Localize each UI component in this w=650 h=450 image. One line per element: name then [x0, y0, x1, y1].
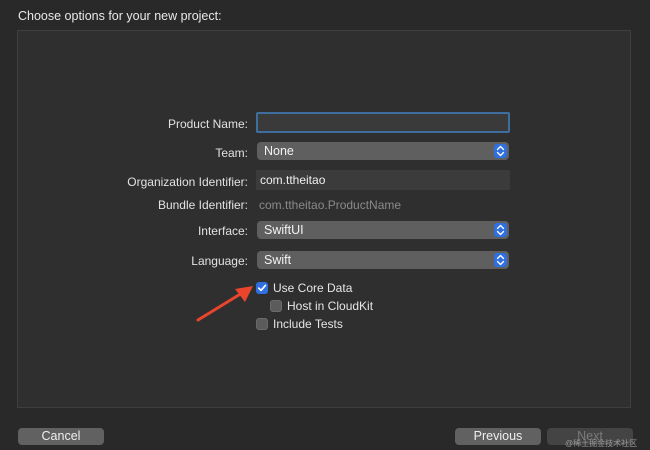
bundle-identifier-value: com.ttheitao.ProductName	[259, 198, 402, 212]
use-core-data-checkbox[interactable]	[256, 282, 268, 294]
host-in-cloudkit-checkbox[interactable]	[270, 300, 282, 312]
red-arrow-icon	[196, 286, 253, 322]
checkmark-icon	[257, 284, 267, 292]
language-popup-value: Swift	[264, 253, 292, 267]
page-title: Choose options for your new project:	[18, 9, 222, 23]
interface-popup-value: SwiftUI	[264, 223, 304, 237]
product-name-field[interactable]	[256, 112, 510, 133]
use-core-data-label[interactable]: Use Core Data	[273, 281, 352, 295]
include-tests-checkbox[interactable]	[256, 318, 268, 330]
product-name-label: Product Name:	[167, 117, 248, 131]
cancel-button[interactable]: Cancel	[18, 428, 104, 445]
watermark: @稀土掘金技术社区	[565, 439, 638, 448]
chevron-up-down-icon	[494, 144, 507, 158]
organization-identifier-field[interactable]	[256, 170, 510, 190]
previous-button[interactable]: Previous	[455, 428, 541, 445]
language-popup[interactable]: Swift	[257, 251, 509, 269]
chevron-up-down-icon	[494, 253, 507, 267]
new-project-options-window: Choose options for your new project: Pro…	[0, 0, 650, 450]
team-popup-value: None	[264, 144, 294, 158]
chevron-up-down-icon	[494, 223, 507, 237]
options-panel	[17, 30, 631, 408]
language-label: Language:	[191, 254, 248, 268]
team-label: Team:	[215, 146, 248, 160]
interface-popup[interactable]: SwiftUI	[257, 221, 509, 239]
team-popup[interactable]: None	[257, 142, 509, 160]
interface-label: Interface:	[197, 224, 248, 238]
organization-identifier-label: Organization Identifier:	[127, 175, 248, 189]
host-in-cloudkit-label[interactable]: Host in CloudKit	[287, 299, 373, 313]
bundle-identifier-label: Bundle Identifier:	[157, 198, 248, 212]
include-tests-label[interactable]: Include Tests	[273, 317, 343, 331]
